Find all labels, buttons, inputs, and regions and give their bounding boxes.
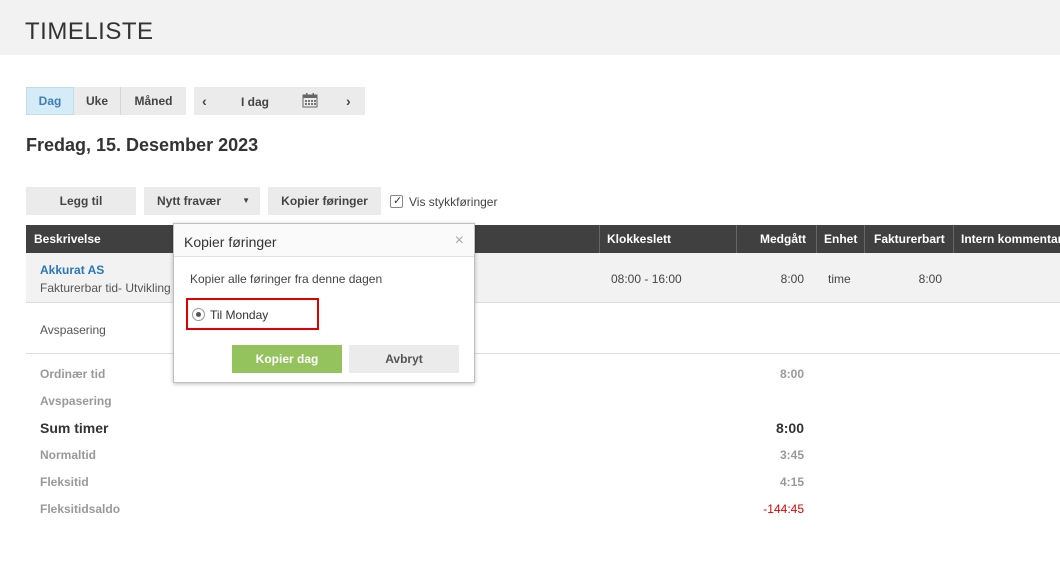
billable-hours: 8:00 — [918, 272, 942, 286]
column-clock[interactable]: Klokkeslett — [607, 232, 671, 246]
avspasering-label: Avspasering — [40, 394, 112, 408]
absence-type: Avspasering — [40, 323, 106, 337]
column-billable[interactable]: Fakturerbart — [874, 232, 945, 246]
next-day-button[interactable]: › — [346, 93, 351, 109]
tab-day[interactable]: Dag — [26, 87, 74, 115]
clock-range: 08:00 - 16:00 — [611, 272, 682, 286]
column-divider — [816, 225, 817, 253]
add-entry-button[interactable]: Legg til — [26, 187, 136, 215]
flex-time-label: Fleksitid — [40, 475, 89, 489]
copy-entries-popup: Kopier føringer × Kopier alle føringer f… — [173, 223, 475, 383]
column-comment[interactable]: Intern kommentar — [961, 232, 1060, 246]
hours-spent: 8:00 — [780, 272, 804, 286]
close-icon[interactable]: × — [455, 232, 464, 250]
popup-title: Kopier føringer — [184, 234, 277, 250]
new-absence-dropdown[interactable]: Nytt fravær ▼ — [144, 187, 260, 215]
sum-hours-value: 8:00 — [775, 420, 804, 436]
column-divider — [736, 225, 737, 253]
day-heading: Fredag, 15. Desember 2023 — [26, 135, 259, 155]
copy-target-option[interactable]: Til Monday — [186, 298, 319, 330]
column-unit[interactable]: Enhet — [824, 232, 857, 246]
checkmark-icon: ✓ — [393, 195, 403, 207]
top-bar: TIMELISTE — [0, 0, 1060, 55]
sum-hours-label: Sum timer — [40, 420, 109, 436]
radio-selected-dot — [196, 312, 201, 317]
flex-balance-value: -144:45 — [763, 502, 804, 516]
caret-down-icon: ▼ — [242, 196, 250, 205]
project-name[interactable]: Akkurat AS — [40, 263, 104, 277]
activity-name: Fakturerbar tid- Utvikling — [40, 281, 171, 295]
flex-balance-label: Fleksitidsaldo — [40, 502, 121, 516]
tab-month[interactable]: Måned — [121, 87, 186, 115]
normal-time-value: 3:45 — [779, 448, 804, 462]
copy-day-button[interactable]: Kopier dag — [232, 345, 342, 373]
popup-header: Kopier føringer × — [174, 224, 474, 257]
column-divider — [864, 225, 865, 253]
column-spent[interactable]: Medgått — [760, 232, 806, 246]
show-piece-entries-checkbox[interactable]: ✓ — [390, 195, 403, 208]
ordinary-time-value: 8:00 — [779, 367, 804, 381]
normal-time-label: Normaltid — [40, 448, 97, 462]
popup-description: Kopier alle føringer fra denne dagen — [190, 272, 383, 286]
calendar-icon[interactable] — [302, 93, 318, 108]
tab-week[interactable]: Uke — [74, 87, 121, 115]
radio-button[interactable] — [192, 308, 205, 321]
new-absence-label: Nytt fravær — [157, 194, 222, 208]
date-navigator: ‹ I dag › — [194, 87, 365, 115]
cancel-button[interactable]: Avbryt — [349, 345, 459, 373]
column-description[interactable]: Beskrivelse — [34, 232, 101, 246]
unit: time — [828, 272, 851, 286]
page-title: TIMELISTE — [25, 18, 154, 45]
column-divider — [953, 225, 954, 253]
copy-target-label[interactable]: Til Monday — [210, 308, 268, 322]
ordinary-time-label: Ordinær tid — [40, 367, 106, 381]
today-button[interactable]: I dag — [241, 95, 269, 109]
flex-time-value: 4:15 — [779, 475, 804, 489]
previous-day-button[interactable]: ‹ — [202, 93, 207, 109]
show-piece-entries-label[interactable]: Vis stykkføringer — [409, 195, 497, 209]
column-divider — [599, 225, 600, 253]
copy-entries-button[interactable]: Kopier føringer — [268, 187, 381, 215]
